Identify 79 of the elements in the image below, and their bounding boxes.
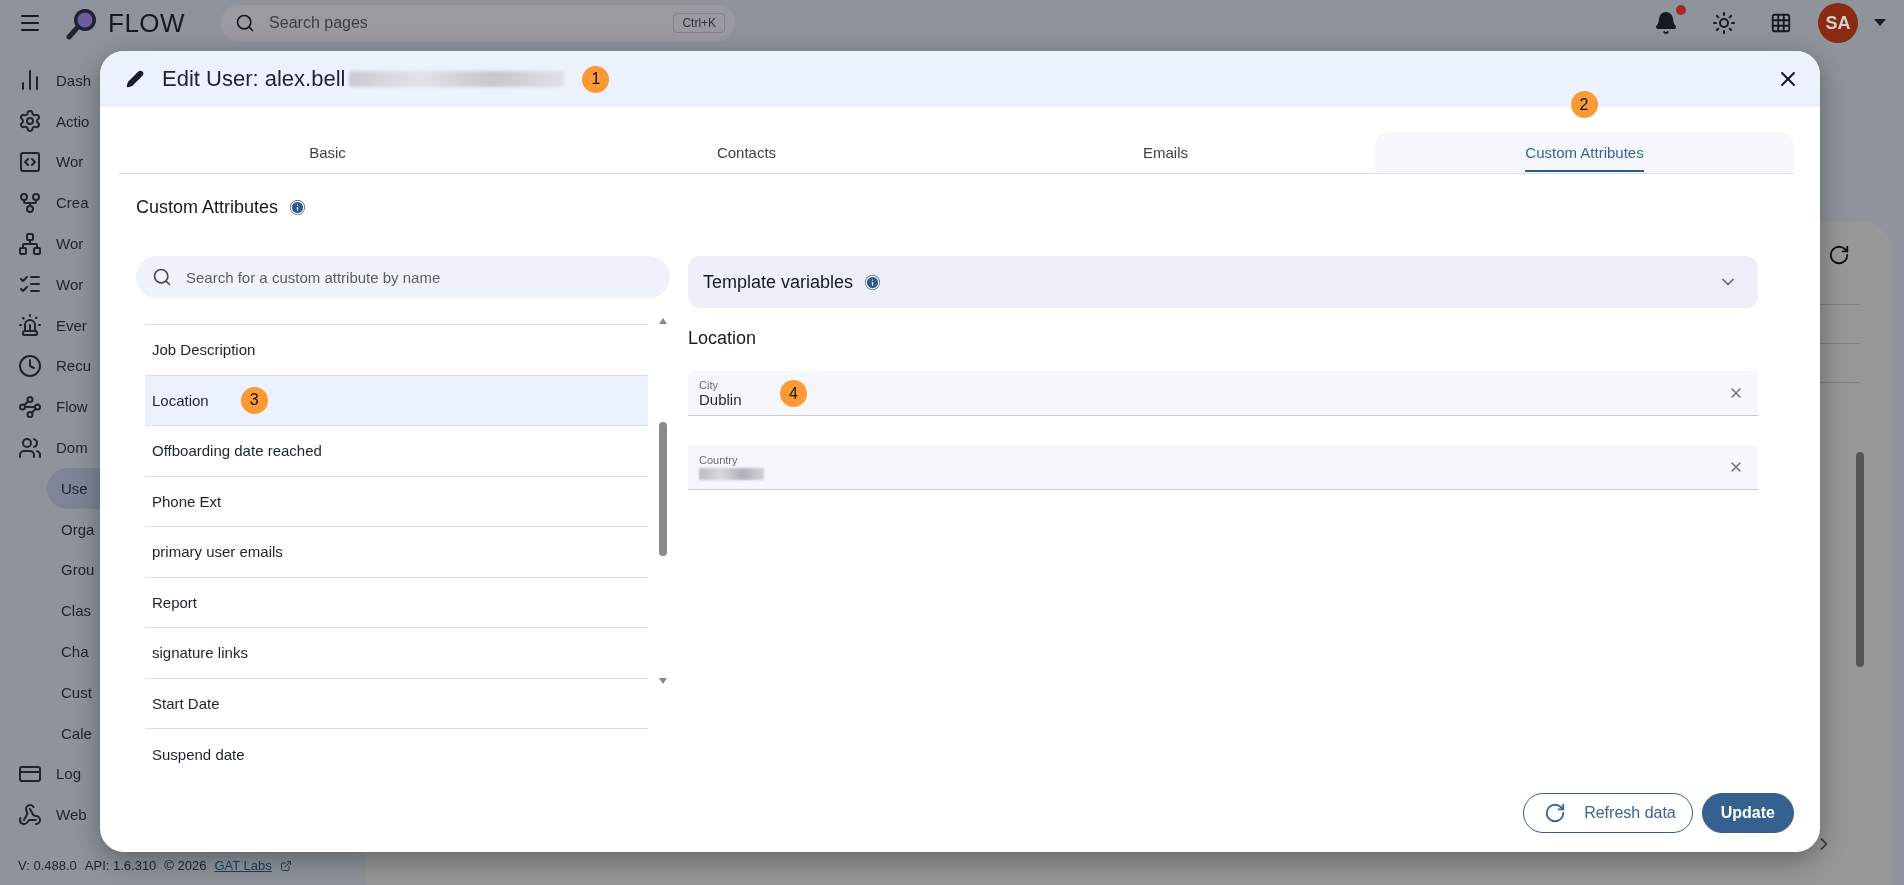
update-button[interactable]: Update xyxy=(1701,793,1794,833)
sidebar-item[interactable]: Dash xyxy=(0,60,100,101)
refresh-button[interactable]: Refresh data xyxy=(1523,793,1693,833)
search-input[interactable]: Search for a custom attribute by name xyxy=(184,267,654,287)
user-avatar[interactable]: SA xyxy=(1818,3,1858,43)
attribute-list-item[interactable]: Location 3 xyxy=(145,375,648,426)
text-field[interactable]: Country xyxy=(688,445,1758,490)
attribute-list-item[interactable]: Start Date xyxy=(145,678,648,729)
info-icon[interactable] xyxy=(865,274,881,290)
sidebar-item[interactable]: Flow xyxy=(0,386,100,428)
sun-icon[interactable] xyxy=(1712,11,1736,35)
caret-icon[interactable] xyxy=(1874,19,1886,27)
refresh-icon xyxy=(1544,802,1567,824)
webhook-icon xyxy=(18,802,42,827)
sidebar-item[interactable]: Log xyxy=(0,753,100,795)
attribute-list-item[interactable]: Suspend date xyxy=(145,729,648,780)
sidebar-item[interactable]: Actio xyxy=(0,100,100,142)
scrollbar[interactable] xyxy=(656,318,670,684)
apps-grid-icon[interactable] xyxy=(1770,12,1792,34)
dialog-title: Edit User: alex.bell xyxy=(162,66,346,92)
attribute-list-item[interactable]: Phone Ext xyxy=(145,476,648,527)
hierarchy-icon xyxy=(18,231,42,256)
sidebar-item[interactable]: Web xyxy=(0,794,100,836)
attribute-list-item[interactable]: Report xyxy=(145,577,648,628)
api-version-text: API: 1.6.310 xyxy=(84,858,157,873)
annotation-marker: 1 xyxy=(582,65,610,93)
attribute-list-item[interactable]: Offboarding date reached xyxy=(145,426,648,477)
version-text: V: 0.488.0 xyxy=(18,858,77,873)
sidebar-item[interactable]: Wor xyxy=(0,141,100,183)
sidebar-subitem[interactable]: Cale xyxy=(47,712,100,754)
field-value: Dublin xyxy=(699,390,742,408)
people-icon xyxy=(18,435,42,460)
company-link[interactable]: GAT Labs xyxy=(214,858,272,873)
logo-text: FLOW xyxy=(108,7,186,39)
sidebar-subitem[interactable]: Cust xyxy=(47,671,100,713)
gear-icon xyxy=(18,109,42,134)
field-label: City xyxy=(699,378,719,391)
siren-icon xyxy=(18,313,42,338)
search-input[interactable]: Search pages xyxy=(267,13,662,33)
scrollbar-thumb[interactable] xyxy=(1856,452,1864,667)
sidebar-subitem[interactable]: Use xyxy=(47,467,100,509)
tab[interactable]: Basic xyxy=(118,132,537,173)
sidebar-subitem[interactable]: Orga xyxy=(47,508,100,550)
attribute-list-item[interactable]: signature links xyxy=(145,628,648,679)
nodes-icon xyxy=(18,394,42,419)
attribute-list-item[interactable]: Job Description xyxy=(145,325,648,376)
clock-icon xyxy=(18,353,42,378)
template-variables-accordion[interactable]: Template variables xyxy=(688,256,1758,308)
sidebar-item[interactable]: Recu xyxy=(0,345,100,387)
sidebar-subitem[interactable]: Clas xyxy=(47,590,100,632)
field-label: Country xyxy=(699,454,739,466)
pencil-icon xyxy=(126,70,144,88)
sidebar-item[interactable]: Crea xyxy=(0,182,100,224)
refresh-icon[interactable] xyxy=(1828,244,1850,266)
info-icon[interactable] xyxy=(290,199,306,215)
annotation-marker: 3 xyxy=(240,386,268,414)
sidebar-item[interactable]: Wor xyxy=(0,223,100,264)
code-window-icon xyxy=(18,150,42,174)
detail-title: Location xyxy=(688,328,758,350)
notifications-icon[interactable] xyxy=(1654,11,1678,35)
sidebar-subitem[interactable]: Grou xyxy=(47,549,100,591)
tab[interactable]: Contacts xyxy=(537,132,956,173)
attribute-list-item[interactable]: primary user emails xyxy=(145,527,648,578)
search-icon xyxy=(152,267,172,287)
section-title: Custom Attributes xyxy=(136,196,279,218)
text-field[interactable]: City Dublin 4 xyxy=(688,371,1758,416)
sidebar-item[interactable]: Ever xyxy=(0,304,100,346)
sidebar-item[interactable]: Wor xyxy=(0,264,100,305)
annotation-marker: 4 xyxy=(780,380,807,407)
search-icon xyxy=(235,13,256,33)
shortcut-hint: Ctrl+K xyxy=(673,13,726,33)
fork-icon xyxy=(18,190,42,215)
tab[interactable]: Emails xyxy=(956,132,1375,173)
sidebar-subitem[interactable]: Cha xyxy=(47,631,100,672)
search-bar[interactable]: Search pages Ctrl+K xyxy=(221,5,736,41)
search-bar[interactable]: Search for a custom attribute by name xyxy=(136,256,670,298)
sidebar-item[interactable]: Dom xyxy=(0,427,100,468)
copyright-text: © 2026 xyxy=(164,858,207,873)
external-link-icon xyxy=(279,859,292,872)
